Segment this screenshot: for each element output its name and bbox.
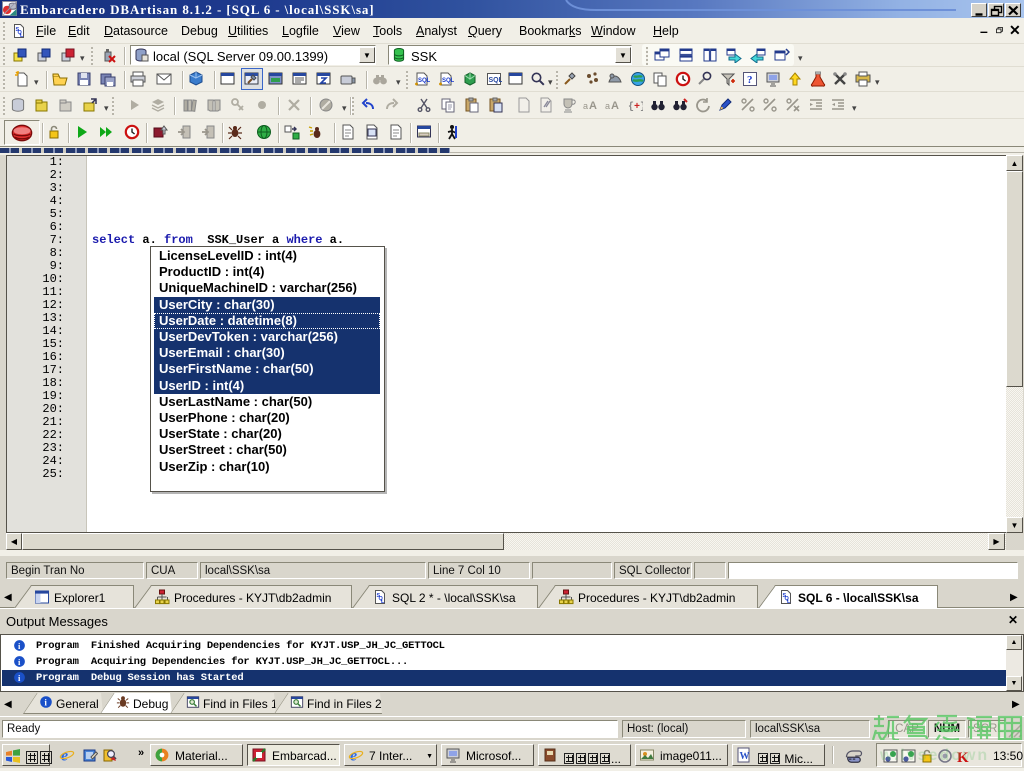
svg-text:SQL: SQL [489, 77, 503, 84]
svg-text:W: W [740, 751, 750, 762]
svg-text:SQL: SQL [442, 78, 454, 84]
svg-text:A: A [611, 100, 619, 112]
svg-text:e: e [61, 748, 68, 764]
svg-text:a: a [583, 101, 588, 111]
svg-text:?: ? [747, 74, 753, 86]
svg-text:SQL: SQL [418, 78, 430, 84]
svg-text:a: a [605, 101, 610, 111]
svg-text:i: i [44, 698, 47, 708]
svg-text:e: e [350, 748, 357, 764]
svg-text:A: A [589, 100, 597, 112]
svg-text:{+}: {+} [628, 101, 643, 113]
